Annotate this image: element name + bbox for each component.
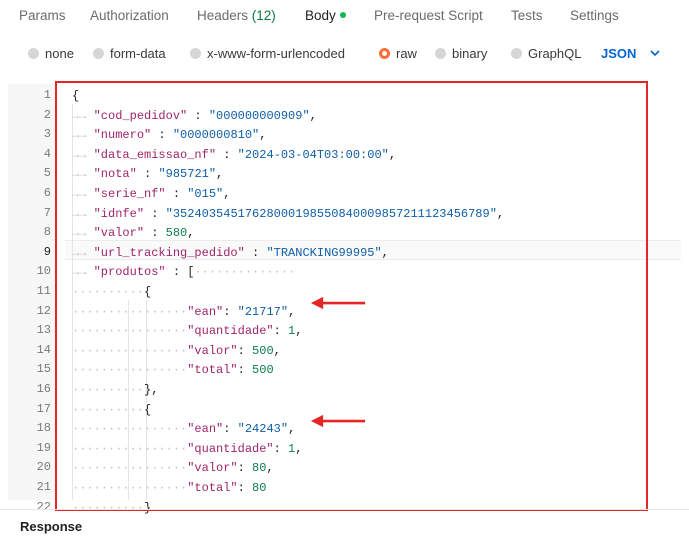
chevron-down-icon[interactable]	[650, 43, 660, 63]
line-number: 14	[36, 342, 51, 357]
request-tabs: Params Authorization Headers (12) Body P…	[0, 0, 689, 34]
line-number: 2	[43, 107, 51, 122]
headers-count-badge: (12)	[251, 8, 276, 23]
mode-binary[interactable]: binary	[435, 46, 487, 61]
tab-tests[interactable]: Tests	[511, 8, 543, 23]
radio-icon	[190, 48, 201, 59]
mode-binary-label: binary	[452, 46, 488, 61]
line-number: 5	[43, 166, 51, 181]
line-number: 19	[36, 440, 51, 455]
mode-graphql[interactable]: GraphQL	[511, 46, 581, 61]
radio-icon	[93, 48, 104, 59]
tab-pre-request-script[interactable]: Pre-request Script	[374, 8, 483, 23]
body-mode-selector: none form-data x-www-form-urlencoded raw…	[0, 44, 689, 64]
line-number: 18	[36, 421, 51, 436]
tab-authorization[interactable]: Authorization	[90, 8, 169, 23]
line-number: 12	[36, 303, 51, 318]
tab-params[interactable]: Params	[19, 8, 66, 23]
mode-form-data[interactable]: form-data	[93, 46, 166, 61]
line-number: 1	[43, 88, 51, 102]
format-select[interactable]: JSON	[601, 46, 636, 61]
mode-none[interactable]: none	[28, 46, 74, 61]
mode-raw[interactable]: raw	[379, 46, 417, 61]
radio-selected-icon	[379, 48, 390, 59]
response-section-title[interactable]: Response	[20, 519, 82, 534]
line-number: 15	[36, 362, 51, 377]
tab-headers[interactable]: Headers (12)	[197, 8, 276, 23]
line-number: 3	[43, 127, 51, 142]
annotation-arrow-icon	[310, 414, 366, 428]
line-number: 20	[36, 460, 51, 475]
line-number: 11	[36, 284, 51, 298]
mode-raw-label: raw	[396, 46, 417, 61]
line-number: 6	[43, 186, 51, 200]
line-number: 13	[36, 323, 51, 338]
mode-graphql-label: GraphQL	[528, 46, 582, 61]
tab-body[interactable]: Body	[305, 8, 346, 23]
line-number: 4	[43, 146, 51, 161]
tab-settings[interactable]: Settings	[570, 8, 619, 23]
line-number: 8	[43, 225, 51, 240]
divider	[0, 509, 689, 510]
line-number: 16	[36, 382, 51, 396]
radio-icon	[435, 48, 446, 59]
line-number: 10	[36, 264, 51, 279]
radio-icon	[511, 48, 522, 59]
line-number: 21	[36, 480, 51, 494]
tab-body-label: Body	[305, 8, 336, 23]
mode-urlencoded-label: x-www-form-urlencoded	[207, 46, 345, 61]
annotation-arrow-icon	[310, 296, 366, 310]
tab-headers-label: Headers	[197, 8, 249, 23]
mode-none-label: none	[45, 46, 74, 61]
line-number: 22	[36, 499, 51, 514]
line-number: 9	[43, 244, 51, 259]
mode-form-data-label: form-data	[110, 46, 166, 61]
mode-urlencoded[interactable]: x-www-form-urlencoded	[190, 46, 345, 61]
line-number: 7	[43, 205, 51, 220]
body-modified-dot-icon	[339, 12, 346, 18]
line-number: 17	[36, 401, 51, 416]
radio-icon	[28, 48, 39, 59]
